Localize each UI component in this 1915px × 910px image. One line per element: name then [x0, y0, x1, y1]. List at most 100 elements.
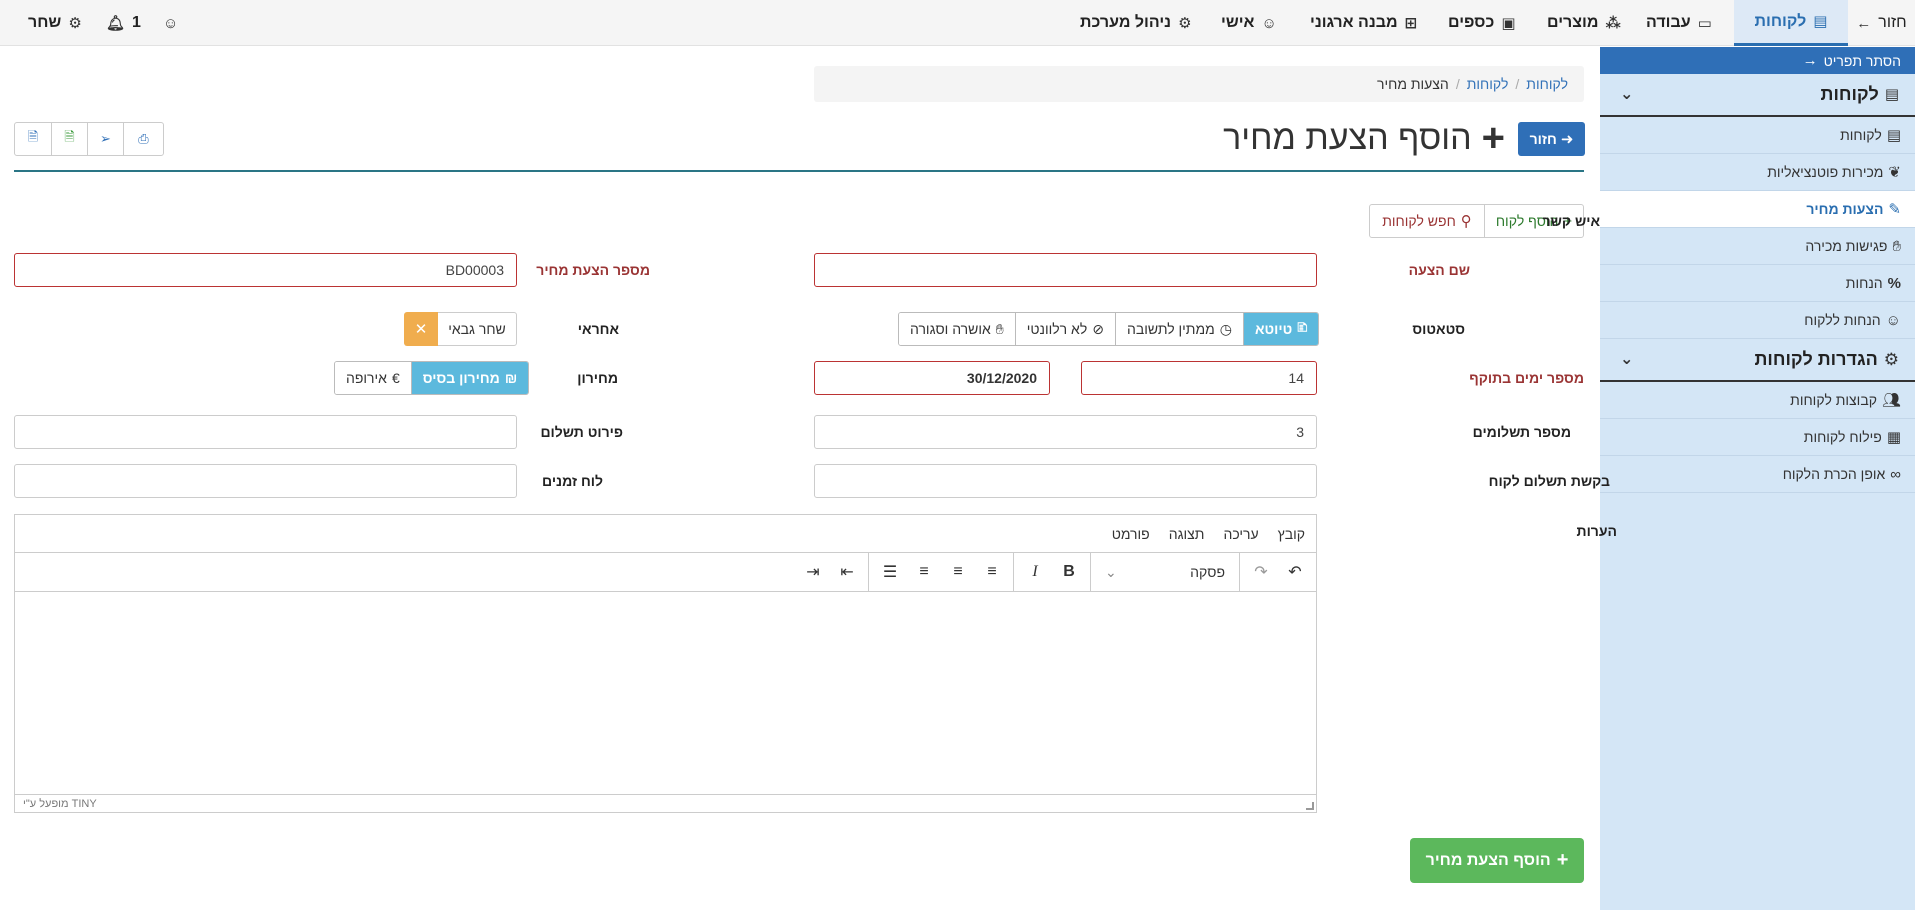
- back-button[interactable]: ➜ חזור: [1518, 122, 1585, 156]
- sidebar-item-customer-discounts[interactable]: ☺ הנחות ללקוח: [1600, 302, 1915, 339]
- pricelist-label: מחירון: [577, 370, 618, 386]
- editor-resize-handle[interactable]: [1306, 802, 1314, 810]
- word-export-button[interactable]: 🗎︎: [15, 123, 51, 155]
- indent-button[interactable]: ⇥: [796, 557, 830, 587]
- nav-customers-label: לקוחות: [1754, 12, 1807, 30]
- sidebar-item-potential-sales[interactable]: ❦ מכירות פוטנציאליות: [1600, 154, 1915, 191]
- sidebar-item-label: קבוצות לקוחות: [1790, 392, 1877, 408]
- nav-personal[interactable]: אישי ☺: [1221, 0, 1277, 46]
- redo-button[interactable]: ↷: [1244, 557, 1278, 587]
- nav-back-label: חזור: [1878, 14, 1907, 31]
- offer-name-input[interactable]: [814, 253, 1317, 287]
- nav-customers[interactable]: לקוחות ▤: [1734, 0, 1848, 46]
- submit-add-offer-button[interactable]: + הוסף הצעת מחיר: [1410, 838, 1584, 883]
- clock-icon: ◷: [1219, 320, 1232, 337]
- validity-date-input[interactable]: 30/12/2020: [814, 361, 1050, 395]
- undo-button[interactable]: ↶: [1278, 557, 1312, 587]
- hide-menu-button[interactable]: הסתר תפריט →: [1600, 47, 1915, 74]
- excel-export-button[interactable]: 🗎︎: [51, 123, 87, 155]
- handshake-icon: ✋︎: [1892, 237, 1901, 255]
- sidebar-item-label: הנחות ללקוח: [1804, 312, 1881, 328]
- block-format-value: פסקה: [1190, 564, 1225, 580]
- nav-money[interactable]: כספים ▣: [1448, 0, 1516, 46]
- nav-back[interactable]: ← חזור: [1848, 0, 1915, 46]
- nav-work[interactable]: עבודה ▭: [1646, 0, 1712, 46]
- print-icon: ⎙: [138, 131, 149, 146]
- section-title: הגדרות לקוחות: [1754, 349, 1878, 369]
- status-irrelevant[interactable]: ⊘ לא רלוונטי: [1014, 313, 1115, 345]
- sidebar-item-label: פילוח לקוחות: [1803, 429, 1882, 445]
- outdent-button[interactable]: ⇤: [830, 557, 864, 587]
- align-center-icon: ≡: [953, 563, 963, 580]
- nav-products[interactable]: מוצרים ⁂: [1547, 0, 1621, 46]
- clear-responsible-button[interactable]: ✕: [404, 312, 438, 346]
- sidebar-item-referral-source[interactable]: ∞ אופן הכרת הלקוח: [1600, 456, 1915, 493]
- breadcrumb-link[interactable]: לקוחות: [1467, 76, 1509, 92]
- italic-button[interactable]: I: [1018, 557, 1052, 587]
- search-customers-button[interactable]: ⚲ חפש לקוחות: [1369, 204, 1485, 238]
- section-title: לקוחות: [1820, 84, 1879, 104]
- pricelist-base[interactable]: ₪ מחירון בסיס: [410, 362, 529, 394]
- gear-icon: ⚙: [1883, 350, 1899, 369]
- sidebar-item-segmentation[interactable]: ▦ פילוח לקוחות: [1600, 419, 1915, 456]
- sidebar: הסתר תפריט → ▤ לקוחות ⌄ ▤ לקוחות ❦ מכירות…: [1600, 47, 1915, 910]
- address-card-icon: ▤: [1813, 13, 1828, 30]
- nav-admin[interactable]: ניהול מערכת ⚙: [1080, 0, 1192, 46]
- editor-menu-format[interactable]: פורמט: [1112, 526, 1150, 542]
- sidebar-item-customer-groups[interactable]: 👥︎ קבוצות לקוחות: [1600, 382, 1915, 419]
- sidebar-section-customers[interactable]: ▤ לקוחות ⌄: [1600, 74, 1915, 117]
- align-center-button[interactable]: ≡: [941, 557, 975, 587]
- breadcrumb-current: הצעות מחיר: [1377, 76, 1449, 92]
- pricelist-europe[interactable]: € אירופה: [335, 362, 411, 394]
- block-format-select[interactable]: פסקה ⌄: [1095, 564, 1235, 581]
- pricelist-option-label: מחירון בסיס: [422, 370, 500, 386]
- status-approved-closed[interactable]: ✋︎ אושרה וסגורה: [899, 313, 1015, 345]
- payments-input[interactable]: 3: [814, 415, 1317, 449]
- page-title: + הוסף הצעת מחיר: [1100, 116, 1505, 160]
- status-draft[interactable]: 🗈︎ טיוטא: [1242, 313, 1319, 345]
- send-button[interactable]: ➢: [87, 123, 123, 155]
- align-left-button[interactable]: ≡: [975, 557, 1009, 587]
- offer-name-label: שם הצעה: [1408, 262, 1470, 278]
- payment-request-input[interactable]: [814, 464, 1317, 498]
- status-awaiting[interactable]: ◷ ממתין לתשובה: [1115, 313, 1243, 345]
- validity-days-input[interactable]: 14: [1081, 361, 1317, 395]
- breadcrumb-link[interactable]: לקוחות: [1526, 76, 1568, 92]
- payment-details-input[interactable]: [14, 415, 517, 449]
- align-left-icon: ≡: [987, 563, 997, 580]
- users-icon: 👥︎: [1881, 391, 1901, 409]
- file-word-icon: 🗎︎: [27, 129, 39, 144]
- schedule-input[interactable]: [14, 464, 517, 498]
- sidebar-section-customer-settings[interactable]: ⚙ הגדרות לקוחות ⌄: [1600, 339, 1915, 382]
- align-right-button[interactable]: ≡: [907, 557, 941, 587]
- user-menu[interactable]: שחר ⚙: [28, 0, 82, 46]
- sidebar-item-customers[interactable]: ▤ לקוחות: [1600, 117, 1915, 154]
- nav-org-label: מבנה ארגוני: [1310, 14, 1398, 31]
- close-icon: ✕: [414, 321, 428, 338]
- bold-button[interactable]: B: [1052, 557, 1086, 587]
- sidebar-item-label: אופן הכרת הלקוח: [1782, 466, 1886, 482]
- editor-menu-edit[interactable]: עריכה: [1223, 526, 1258, 542]
- print-button[interactable]: ⎙: [123, 123, 163, 155]
- editor-content-area[interactable]: [15, 592, 1316, 792]
- sidebar-item-label: הנחות: [1845, 275, 1883, 291]
- status-selector: 🗈︎ טיוטא ◷ ממתין לתשובה ⊘ לא רלוונטי ✋︎ אושר…: [898, 312, 1320, 346]
- editor-menu-view[interactable]: תצוגה: [1169, 526, 1205, 542]
- notifications-button[interactable]: 🔔︎ 1: [106, 0, 141, 46]
- align-justify-button[interactable]: ☰: [873, 557, 907, 587]
- sidebar-item-sales-meetings[interactable]: ✋︎ פגישות מכירה: [1600, 228, 1915, 265]
- sidebar-item-price-offers[interactable]: ✎ הצעות מחיר: [1600, 191, 1915, 228]
- sidebar-item-discounts[interactable]: % הנחות: [1600, 265, 1915, 302]
- laptop-icon: ▭: [1697, 14, 1712, 32]
- address-card-icon: ▤: [1884, 86, 1899, 103]
- sidebar-item-label: מכירות פוטנציאליות: [1767, 164, 1884, 180]
- offer-number-input[interactable]: BD00003: [14, 253, 517, 287]
- paper-plane-icon: ➢: [100, 131, 111, 146]
- notifications-count: 1: [132, 14, 141, 31]
- status-option-label: ממתין לתשובה: [1127, 321, 1215, 337]
- arrow-left-icon: ←: [1856, 14, 1872, 32]
- editor-menu-file[interactable]: קובץ: [1278, 526, 1305, 542]
- responsible-value[interactable]: שחר גבאי: [437, 312, 517, 346]
- user-status-button[interactable]: ☺: [163, 0, 178, 46]
- nav-org-structure[interactable]: מבנה ארגוני ⊞: [1310, 0, 1417, 46]
